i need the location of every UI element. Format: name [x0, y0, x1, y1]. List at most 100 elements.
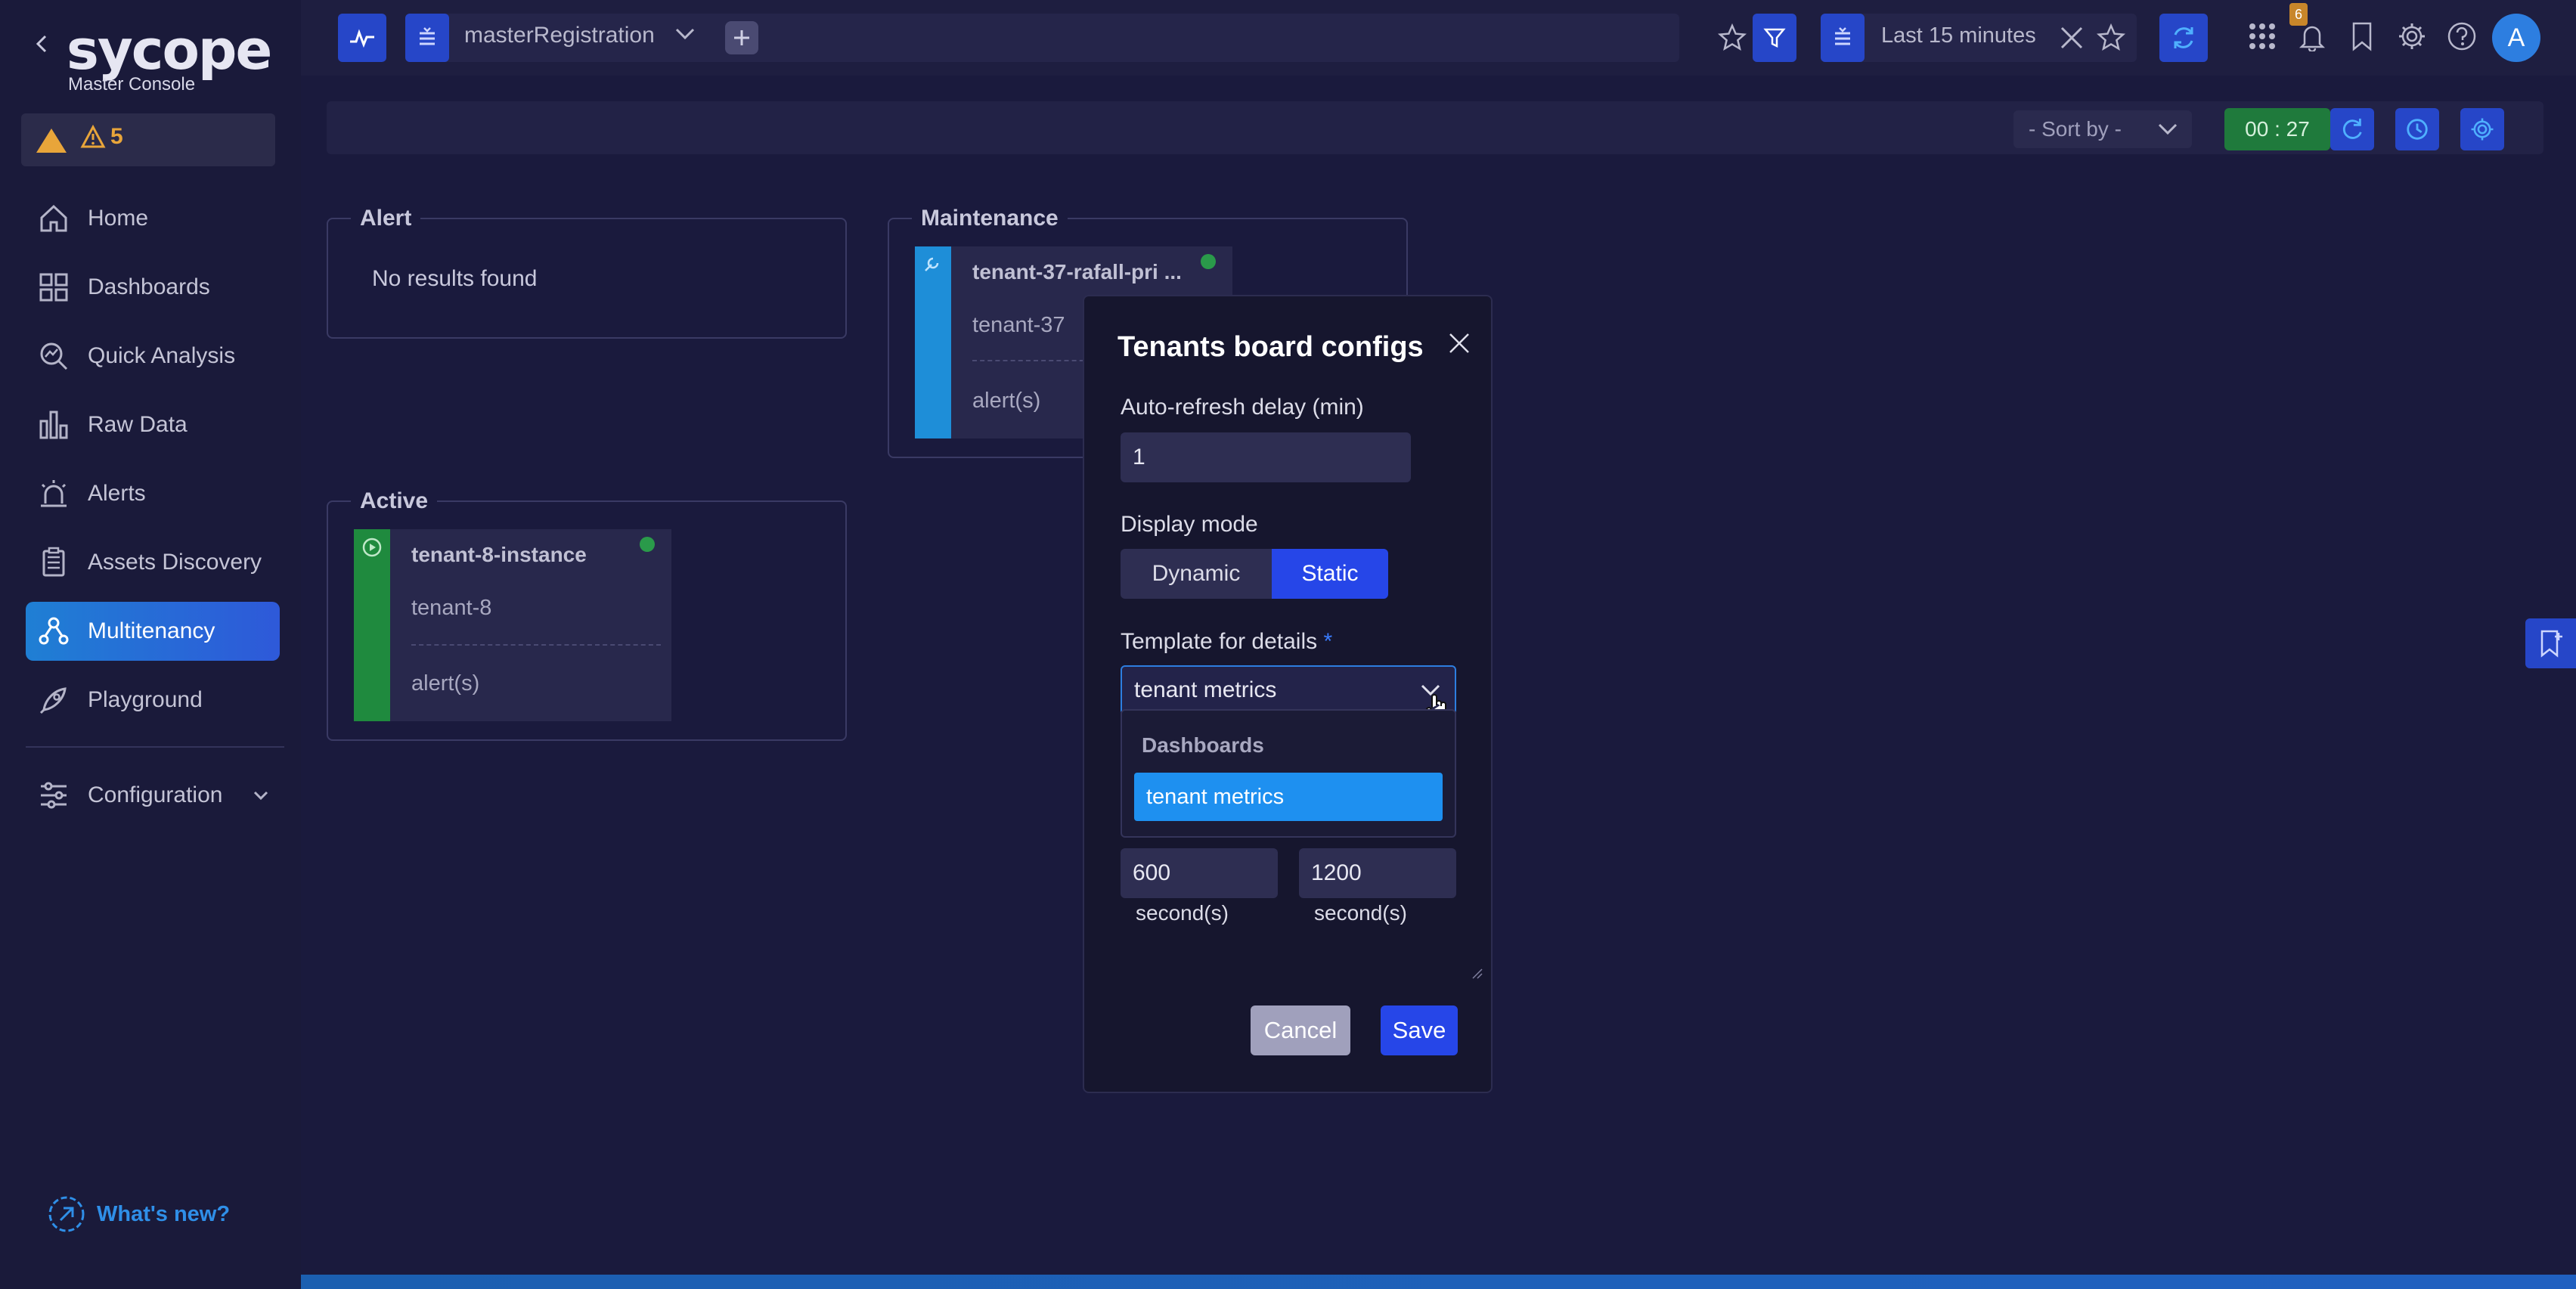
template-label-text: Template for details — [1121, 629, 1318, 654]
maintenance-panel-title: Maintenance — [912, 206, 1068, 231]
time-input-1[interactable]: 600 — [1121, 848, 1278, 898]
add-filter-button[interactable] — [725, 21, 758, 54]
no-results-text: No results found — [372, 266, 538, 291]
sidebar-item-label: Raw Data — [88, 412, 188, 437]
resize-handle-icon[interactable] — [1471, 968, 1483, 980]
dropdown-option[interactable]: tenant metrics — [1134, 773, 1443, 821]
time-unit-1: second(s) — [1136, 901, 1229, 925]
sidebar-item-playground[interactable]: Playground — [26, 671, 280, 730]
bookmark-icon[interactable] — [2350, 21, 2374, 51]
warning-outline-icon — [80, 125, 106, 148]
time-presets-button[interactable] — [1821, 14, 1865, 62]
time-input-2[interactable]: 1200 — [1299, 848, 1456, 898]
whats-new-link[interactable]: What's new? — [47, 1194, 230, 1234]
settings-gear-icon[interactable] — [2397, 21, 2427, 51]
sort-by-label: - Sort by - — [2029, 117, 2122, 141]
favorite-time-icon[interactable] — [2096, 23, 2126, 53]
active-panel-title: Active — [351, 488, 438, 514]
sidebar-item-label: Quick Analysis — [88, 343, 236, 368]
sidebar-divider — [26, 746, 284, 748]
app-logo: sycope — [67, 18, 272, 82]
collapse-sidebar-icon[interactable] — [30, 21, 53, 67]
favorite-filter-icon[interactable] — [1717, 23, 1747, 53]
sidebar-item-configuration[interactable]: Configuration — [26, 766, 280, 825]
raw-data-icon — [33, 404, 74, 445]
board-settings-button[interactable] — [2460, 108, 2504, 150]
time-unit-2: second(s) — [1314, 901, 1407, 925]
close-icon[interactable] — [1447, 331, 1471, 355]
refresh-button[interactable] — [2159, 14, 2208, 62]
required-mark: * — [1323, 629, 1333, 654]
tenant-card-title: tenant-37-rafall-pri ... — [972, 260, 1182, 284]
board-toolbar — [327, 101, 2543, 154]
apps-grid-icon[interactable] — [2247, 21, 2277, 51]
sidebar-item-dashboards[interactable]: Dashboards — [26, 258, 280, 317]
cancel-button[interactable]: Cancel — [1251, 1005, 1350, 1055]
tenants-board-config-dialog: Tenants board configs Auto-refresh delay… — [1083, 295, 1493, 1093]
history-icon — [2407, 119, 2428, 140]
gear-icon — [2471, 118, 2494, 141]
refresh-delay-input[interactable]: 1 — [1121, 432, 1411, 482]
sidebar-item-label: Multitenancy — [88, 618, 215, 643]
alerts-count: 5 — [80, 124, 123, 150]
notifications-bell-icon[interactable] — [2299, 23, 2326, 51]
sidebar-item-label: Home — [88, 206, 149, 231]
status-dot — [640, 537, 655, 552]
template-select[interactable]: tenant metrics — [1121, 665, 1456, 715]
active-stripe — [354, 529, 390, 721]
whats-new-label: What's new? — [97, 1201, 231, 1226]
alerts-count-text: 5 — [110, 124, 123, 149]
time-range-label[interactable]: Last 15 minutes — [1881, 23, 2036, 48]
avatar[interactable]: A — [2492, 14, 2540, 62]
sidebar-item-label: Alerts — [88, 481, 146, 506]
display-mode-dynamic[interactable]: Dynamic — [1121, 549, 1272, 599]
sidebar: sycope Master Console 5 Home Dashboards … — [0, 0, 301, 1289]
maintenance-wrench-icon — [921, 254, 942, 275]
tenant-card-alerts: alert(s) — [411, 671, 480, 696]
refresh-board-button[interactable] — [2330, 108, 2374, 150]
activity-button[interactable] — [338, 14, 386, 62]
chevron-down-icon — [2158, 123, 2178, 135]
refresh-icon — [2174, 27, 2193, 48]
sliders-icon — [33, 775, 74, 816]
plus-icon — [734, 30, 749, 45]
sidebar-item-alerts[interactable]: Alerts — [26, 464, 280, 523]
display-mode-static[interactable]: Static — [1272, 549, 1388, 599]
save-button[interactable]: Save — [1381, 1005, 1458, 1055]
alerts-summary[interactable]: 5 — [21, 113, 275, 166]
tenant-card-alerts: alert(s) — [972, 389, 1041, 413]
notifications-badge: 6 — [2289, 3, 2308, 26]
clear-time-icon[interactable] — [2058, 24, 2085, 51]
playground-icon — [33, 680, 74, 720]
sparkle-badge-icon — [47, 1194, 86, 1234]
filter-button[interactable] — [1753, 14, 1796, 62]
template-select-value: tenant metrics — [1134, 677, 1277, 702]
warning-icon — [35, 127, 68, 154]
bookmark-panel-tab[interactable] — [2525, 618, 2576, 668]
status-dot — [1201, 254, 1216, 269]
tenant-card-8[interactable]: tenant-8-instance tenant-8 alert(s) — [354, 529, 671, 721]
sidebar-item-label: Playground — [88, 687, 203, 712]
template-label: Template for details * — [1121, 629, 1332, 655]
sidebar-item-multitenancy[interactable]: Multitenancy — [26, 602, 280, 661]
sidebar-item-assets-discovery[interactable]: Assets Discovery — [26, 533, 280, 592]
chevron-down-icon[interactable] — [674, 27, 696, 41]
funnel-icon — [1763, 28, 1786, 48]
quick-analysis-icon — [33, 336, 74, 376]
sort-by-select[interactable]: - Sort by - — [2013, 110, 2192, 148]
app-subtitle: Master Console — [68, 74, 196, 95]
refresh-countdown: 00 : 27 — [2224, 108, 2330, 150]
help-icon[interactable] — [2447, 21, 2477, 51]
sidebar-item-label: Dashboards — [88, 274, 210, 299]
bookmark-add-icon — [2540, 630, 2562, 658]
sidebar-item-quick-analysis[interactable]: Quick Analysis — [26, 327, 280, 386]
card-divider — [411, 644, 661, 646]
sidebar-item-home[interactable]: Home — [26, 189, 280, 248]
filter-name[interactable]: masterRegistration — [464, 23, 655, 48]
saved-filters-button[interactable] — [405, 14, 449, 62]
sidebar-item-raw-data[interactable]: Raw Data — [26, 395, 280, 454]
dashboards-icon — [33, 267, 74, 308]
play-circle-icon — [361, 537, 383, 558]
history-button[interactable] — [2395, 108, 2439, 150]
tenant-card-title: tenant-8-instance — [411, 543, 587, 566]
